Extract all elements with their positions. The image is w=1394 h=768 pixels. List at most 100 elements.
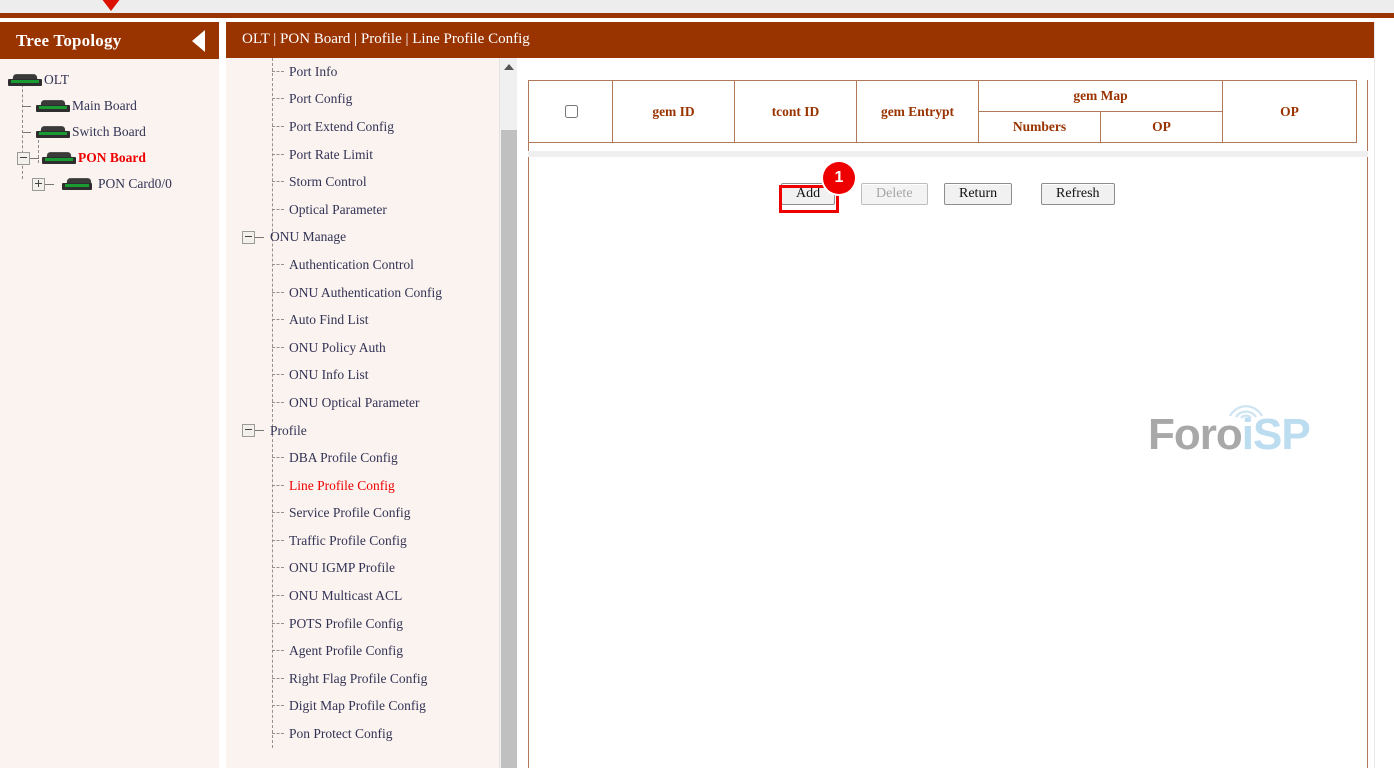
tree-node-olt[interactable]: OLT — [0, 67, 219, 93]
sidebar-item-dba-profile-config[interactable]: DBA Profile Config — [226, 444, 510, 472]
tree-expander-plus-icon[interactable] — [32, 178, 45, 191]
menu-leaf-connector — [272, 71, 284, 73]
sidebar-item-right-flag-profile-config[interactable]: Right Flag Profile Config — [226, 665, 510, 693]
menu-leaf-connector — [272, 347, 284, 349]
sidebar-item-onu-multicast-acl[interactable]: ONU Multicast ACL — [226, 582, 510, 610]
menu-elbow — [255, 237, 264, 238]
tree-node-label: PON Card0/0 — [98, 176, 172, 192]
tree-elbow — [22, 106, 31, 107]
sidebar-item-port-extend-config[interactable]: Port Extend Config — [226, 113, 510, 141]
device-icon — [8, 74, 42, 87]
sidebar-item-label: Port Extend Config — [289, 119, 394, 135]
sidebar-item-onu-optical-parameter[interactable]: ONU Optical Parameter — [226, 389, 510, 417]
tree-node-pon-card[interactable]: PON Card0/0 — [0, 171, 219, 197]
device-icon — [62, 178, 92, 191]
sidebar-item-onu-igmp-profile[interactable]: ONU IGMP Profile — [226, 555, 510, 583]
sidebar-item-pon-protect-config[interactable]: Pon Protect Config — [226, 720, 510, 748]
delete-button[interactable]: Delete — [861, 183, 928, 205]
tree-node-label: Switch Board — [72, 124, 146, 140]
sidebar-item-storm-control[interactable]: Storm Control — [226, 168, 510, 196]
menu-leaf-connector — [272, 209, 284, 211]
menu-expander-minus-icon[interactable] — [242, 231, 255, 244]
sidebar-item-onu-policy-auth[interactable]: ONU Policy Auth — [226, 334, 510, 362]
sidebar-item-service-profile-config[interactable]: Service Profile Config — [226, 500, 510, 528]
page-right-edge — [1374, 22, 1375, 768]
tree-topology-title: Tree Topology — [16, 31, 121, 51]
sidebar-item-digit-map-profile-config[interactable]: Digit Map Profile Config — [226, 693, 510, 721]
tree-node-main-board[interactable]: Main Board — [0, 93, 219, 119]
sidebar-item-label: Traffic Profile Config — [289, 533, 407, 549]
sidebar-item-auto-find-list[interactable]: Auto Find List — [226, 306, 510, 334]
menu-leaf-connector — [272, 567, 284, 569]
col-gem-map: gem Map — [979, 81, 1223, 112]
menu-leaf-connector — [272, 374, 284, 376]
sidebar-item-optical-parameter[interactable]: Optical Parameter — [226, 196, 510, 224]
col-gem-id: gem ID — [613, 81, 735, 143]
menu-expander-minus-icon[interactable] — [242, 424, 255, 437]
tree-node-switch-board[interactable]: Switch Board — [0, 119, 219, 145]
wifi-arcs-icon — [1226, 398, 1266, 420]
sidebar-item-label: Port Info — [289, 64, 337, 80]
sidebar-item-label: Port Config — [289, 91, 352, 107]
menu-leaf-connector — [272, 623, 284, 625]
scroll-up-arrow-icon[interactable] — [500, 58, 517, 75]
sidebar-item-label: Pon Protect Config — [289, 726, 393, 742]
menu-leaf-connector — [272, 154, 284, 156]
profile-table-wrapper: gem ID tcont ID gem Entrypt gem Map OP N… — [528, 80, 1356, 143]
sidebar-item-pots-profile-config[interactable]: POTS Profile Config — [226, 610, 510, 638]
sidebar-item-traffic-profile-config[interactable]: Traffic Profile Config — [226, 527, 510, 555]
page-root: Tree Topology OLT Main Board — [0, 0, 1394, 768]
breadcrumb-bar: OLT | PON Board | Profile | Line Profile… — [226, 22, 1374, 58]
refresh-button[interactable]: Refresh — [1041, 183, 1115, 205]
sidebar-item-onu-info-list[interactable]: ONU Info List — [226, 362, 510, 390]
sidebar-item-label: POTS Profile Config — [289, 616, 403, 632]
menu-leaf-connector — [272, 595, 284, 597]
breadcrumb: OLT | PON Board | Profile | Line Profile… — [242, 31, 530, 48]
device-icon — [36, 126, 70, 139]
return-button[interactable]: Return — [944, 183, 1012, 205]
tree-node-label: OLT — [44, 72, 69, 88]
menu-leaf-connector — [272, 650, 284, 652]
sidebar-item-line-profile-config[interactable]: Line Profile Config — [226, 472, 510, 500]
sidebar-menu-list: Port Info Port Config Port Extend Config Po… — [226, 58, 510, 748]
sidebar-item-port-config[interactable]: Port Config — [226, 86, 510, 114]
tree-node-pon-board[interactable]: PON Board — [0, 145, 219, 171]
menu-leaf-connector — [272, 540, 284, 542]
sidebar-item-label: Agent Profile Config — [289, 643, 403, 659]
sidebar-item-label: Profile — [270, 423, 307, 439]
menu-scrollbar[interactable] — [499, 58, 517, 768]
sidebar-item-label: DBA Profile Config — [289, 450, 398, 466]
menu-leaf-connector — [272, 292, 284, 294]
sidebar-item-label: Digit Map Profile Config — [289, 698, 426, 714]
sidebar-menu-panel: Port Info Port Config Port Extend Config Po… — [226, 58, 510, 768]
sidebar-item-label: Line Profile Config — [289, 478, 395, 494]
menu-leaf-connector — [272, 319, 284, 321]
left-triangle-icon[interactable] — [192, 30, 205, 52]
menu-leaf-connector — [272, 264, 284, 266]
tree-expander-minus-icon[interactable] — [17, 152, 30, 165]
tree-node-label: Main Board — [72, 98, 137, 114]
menu-elbow — [255, 430, 264, 431]
select-all-cell — [529, 81, 613, 143]
select-all-checkbox[interactable] — [565, 105, 578, 118]
menu-leaf-connector — [272, 126, 284, 128]
sidebar-item-agent-profile-config[interactable]: Agent Profile Config — [226, 637, 510, 665]
sidebar-item-onu-manage[interactable]: ONU Manage — [226, 224, 510, 252]
table-footer-divider — [528, 151, 1368, 157]
sidebar-item-label: Right Flag Profile Config — [289, 671, 427, 687]
device-icon — [42, 152, 76, 165]
scrollbar-thumb[interactable] — [501, 130, 517, 768]
menu-leaf-connector — [272, 98, 284, 100]
sidebar-item-authentication-control[interactable]: Authentication Control — [226, 251, 510, 279]
sidebar-item-port-info[interactable]: Port Info — [226, 58, 510, 86]
sidebar-item-profile[interactable]: Profile — [226, 417, 510, 445]
sidebar-item-port-rate-limit[interactable]: Port Rate Limit — [226, 141, 510, 169]
sidebar-item-onu-authentication-config[interactable]: ONU Authentication Config — [226, 279, 510, 307]
menu-leaf-connector — [272, 733, 284, 735]
tree-node-label: PON Board — [78, 150, 146, 166]
line-profile-table: gem ID tcont ID gem Entrypt gem Map OP N… — [528, 80, 1357, 143]
step-badge-1: 1 — [823, 162, 855, 194]
col-tcont-id: tcont ID — [735, 81, 857, 143]
tree-topology-header: Tree Topology — [0, 22, 219, 59]
menu-leaf-connector — [272, 512, 284, 514]
